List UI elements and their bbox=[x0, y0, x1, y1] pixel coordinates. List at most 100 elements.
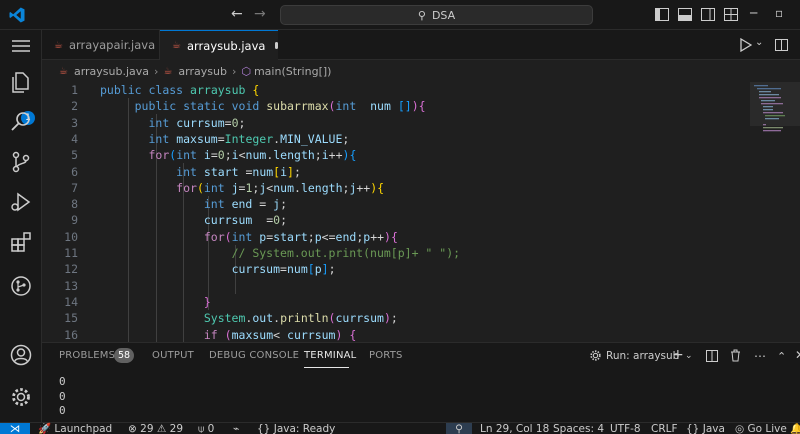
panel-tab-terminal[interactable]: TERMINAL bbox=[304, 350, 356, 361]
line-number: 3 bbox=[71, 115, 78, 130]
plus-icon[interactable]: + bbox=[672, 347, 684, 363]
code-line: 15 System.out.println(currsum); bbox=[42, 310, 742, 326]
breadcrumb-class[interactable]: arraysub bbox=[178, 65, 227, 78]
code-line: 4 int maxsum=Integer.MIN_VALUE; bbox=[42, 131, 742, 147]
close-icon[interactable]: ✕ bbox=[795, 348, 800, 362]
extensions-icon[interactable] bbox=[9, 230, 33, 254]
panel-tab-ports[interactable]: PORTS bbox=[369, 350, 403, 361]
panel-tab-problems[interactable]: PROBLEMS bbox=[59, 350, 115, 361]
breadcrumb-file[interactable]: arraysub.java bbox=[74, 65, 149, 78]
remote-indicator-icon[interactable]: ⋊ bbox=[0, 423, 30, 434]
go-live-button[interactable]: ◎ Go Live bbox=[735, 423, 787, 434]
problems-count-badge: 58 bbox=[114, 348, 135, 363]
tab-label: arraysub.java bbox=[186, 38, 266, 53]
line-number: 9 bbox=[71, 213, 78, 228]
code-line: 5 for(int i=0;i<num.length;i++){ bbox=[42, 147, 742, 163]
bell-icon[interactable]: 🔔 bbox=[790, 423, 800, 434]
code-line: 3 int currsum=0; bbox=[42, 115, 742, 131]
minimize-icon[interactable]: ─ bbox=[750, 6, 757, 20]
chevron-down-icon[interactable]: ⌄ bbox=[755, 37, 763, 48]
terminal-output[interactable]: 0 0 0 bbox=[59, 375, 66, 419]
account-icon[interactable] bbox=[9, 343, 33, 367]
code-line: 9 currsum =0; bbox=[42, 212, 742, 228]
code-line: 2 public static void subarrmax(int num [… bbox=[42, 98, 742, 114]
code-line: 13 bbox=[42, 278, 742, 294]
back-arrow-icon[interactable]: ← bbox=[231, 6, 243, 22]
search-icon: ⚲ bbox=[417, 8, 426, 22]
toggle-primary-sidebar-icon[interactable] bbox=[655, 8, 669, 21]
restore-icon[interactable]: ▫ bbox=[775, 6, 783, 20]
run-debug-icon[interactable] bbox=[9, 190, 33, 214]
code-line: 6 int start =num[i]; bbox=[42, 164, 742, 180]
chevron-right-icon: › bbox=[154, 64, 159, 78]
unsaved-dot-icon[interactable] bbox=[275, 42, 278, 49]
split-terminal-icon[interactable] bbox=[706, 350, 718, 362]
settings-gear-icon[interactable] bbox=[9, 385, 33, 409]
launchpad-label: Launchpad bbox=[54, 423, 113, 434]
java-class-icon: ☕ bbox=[163, 65, 173, 77]
terminal-session-selector[interactable]: Run: arraysub bbox=[589, 349, 679, 362]
menu-icon[interactable] bbox=[9, 40, 33, 52]
vscode-logo-icon[interactable] bbox=[8, 6, 26, 24]
toggle-panel-icon[interactable] bbox=[678, 8, 692, 21]
status-bar: ⋊ 🚀 Launchpad ⊗ 29 ⚠ 29 ⍦ 0 ⌁ {} Java: R… bbox=[0, 422, 800, 434]
terminal-line: 0 bbox=[59, 375, 66, 388]
minimap[interactable] bbox=[750, 82, 800, 342]
line-number: 13 bbox=[64, 278, 78, 293]
language-mode[interactable]: {} Java bbox=[686, 423, 725, 434]
forward-arrow-icon[interactable]: → bbox=[254, 6, 266, 22]
tab-arrayapair[interactable]: ☕ arrayapair.java bbox=[42, 30, 160, 60]
zoom-icon[interactable]: ⚲ bbox=[446, 423, 472, 434]
more-icon[interactable]: ⋯ bbox=[754, 349, 766, 363]
chevron-right-icon: › bbox=[231, 64, 237, 78]
terminal-line: 0 bbox=[59, 389, 66, 403]
remote-explorer-icon[interactable] bbox=[9, 274, 33, 298]
line-number: 16 bbox=[64, 327, 78, 342]
code-line: 10 for(int p=start;p<=end;p++){ bbox=[42, 229, 742, 245]
minimap-viewport[interactable] bbox=[750, 82, 800, 126]
run-icon[interactable] bbox=[740, 38, 752, 52]
java-file-icon: ☕ bbox=[59, 65, 68, 77]
eol-status[interactable]: CRLF bbox=[651, 423, 678, 434]
code-line: 7 for(int j=1;j<num.length;j++){ bbox=[42, 180, 742, 196]
code-line: 8 int end = j; bbox=[42, 196, 742, 212]
explorer-icon[interactable] bbox=[9, 70, 33, 94]
trash-icon[interactable] bbox=[730, 349, 741, 362]
cursor-position[interactable]: Ln 29, Col 18 bbox=[480, 423, 549, 434]
error-count: 29 bbox=[140, 423, 154, 434]
breadcrumb: ☕ arraysub.java › ☕ arraysub › ⬡ main(St… bbox=[42, 60, 800, 82]
breadcrumb-method[interactable]: main(String[]) bbox=[254, 65, 331, 78]
line-number: 4 bbox=[71, 131, 78, 146]
tab-arraysub[interactable]: ☕ arraysub.java bbox=[160, 30, 278, 60]
encoding-status[interactable]: UTF-8 bbox=[610, 423, 641, 434]
chevron-down-icon[interactable]: ⌄ bbox=[685, 351, 693, 361]
java-file-icon: ☕ bbox=[54, 39, 63, 51]
terminal-line: 0 bbox=[59, 404, 66, 417]
activity-bar: 1 bbox=[0, 30, 42, 422]
title-bar: ← → ⚲ DSA ─ ▫ bbox=[0, 0, 800, 30]
toggle-secondary-sidebar-icon[interactable] bbox=[701, 8, 715, 21]
java-file-icon: ☕ bbox=[172, 40, 181, 51]
command-center-label: DSA bbox=[431, 8, 456, 22]
split-editor-icon[interactable] bbox=[775, 39, 788, 51]
indentation-status[interactable]: Spaces: 4 bbox=[553, 423, 604, 434]
maximize-panel-icon[interactable]: ⌃ bbox=[777, 350, 786, 363]
bottom-panel: PROBLEMS 58 OUTPUT DEBUG CONSOLE TERMINA… bbox=[42, 342, 800, 422]
customize-layout-icon[interactable] bbox=[724, 8, 738, 21]
warning-count: 29 bbox=[169, 423, 184, 434]
source-control-icon[interactable] bbox=[9, 150, 33, 174]
editor-tab-bar: ☕ arrayapair.java ☕ arraysub.java ⌄ ⋯ bbox=[42, 30, 800, 60]
java-status[interactable]: {} Java: Ready bbox=[257, 423, 335, 434]
braces-icon: {} bbox=[257, 423, 271, 434]
search-icon[interactable] bbox=[9, 110, 33, 134]
ports-status[interactable]: ⍦ 0 bbox=[198, 423, 214, 434]
notification-icon[interactable]: ⌁ bbox=[233, 423, 239, 434]
panel-tab-output[interactable]: OUTPUT bbox=[152, 350, 194, 361]
line-number: 15 bbox=[64, 311, 78, 326]
launchpad-item[interactable]: 🚀 Launchpad bbox=[38, 423, 112, 434]
panel-tab-debug-console[interactable]: DEBUG CONSOLE bbox=[209, 350, 299, 361]
debug-gear-icon bbox=[590, 350, 601, 361]
command-center-search[interactable]: ⚲ DSA bbox=[280, 5, 593, 25]
problems-status[interactable]: ⊗ 29 ⚠ 29 bbox=[128, 423, 183, 434]
code-editor[interactable]: 1 public class arraysub { 2 public static… bbox=[42, 82, 800, 342]
